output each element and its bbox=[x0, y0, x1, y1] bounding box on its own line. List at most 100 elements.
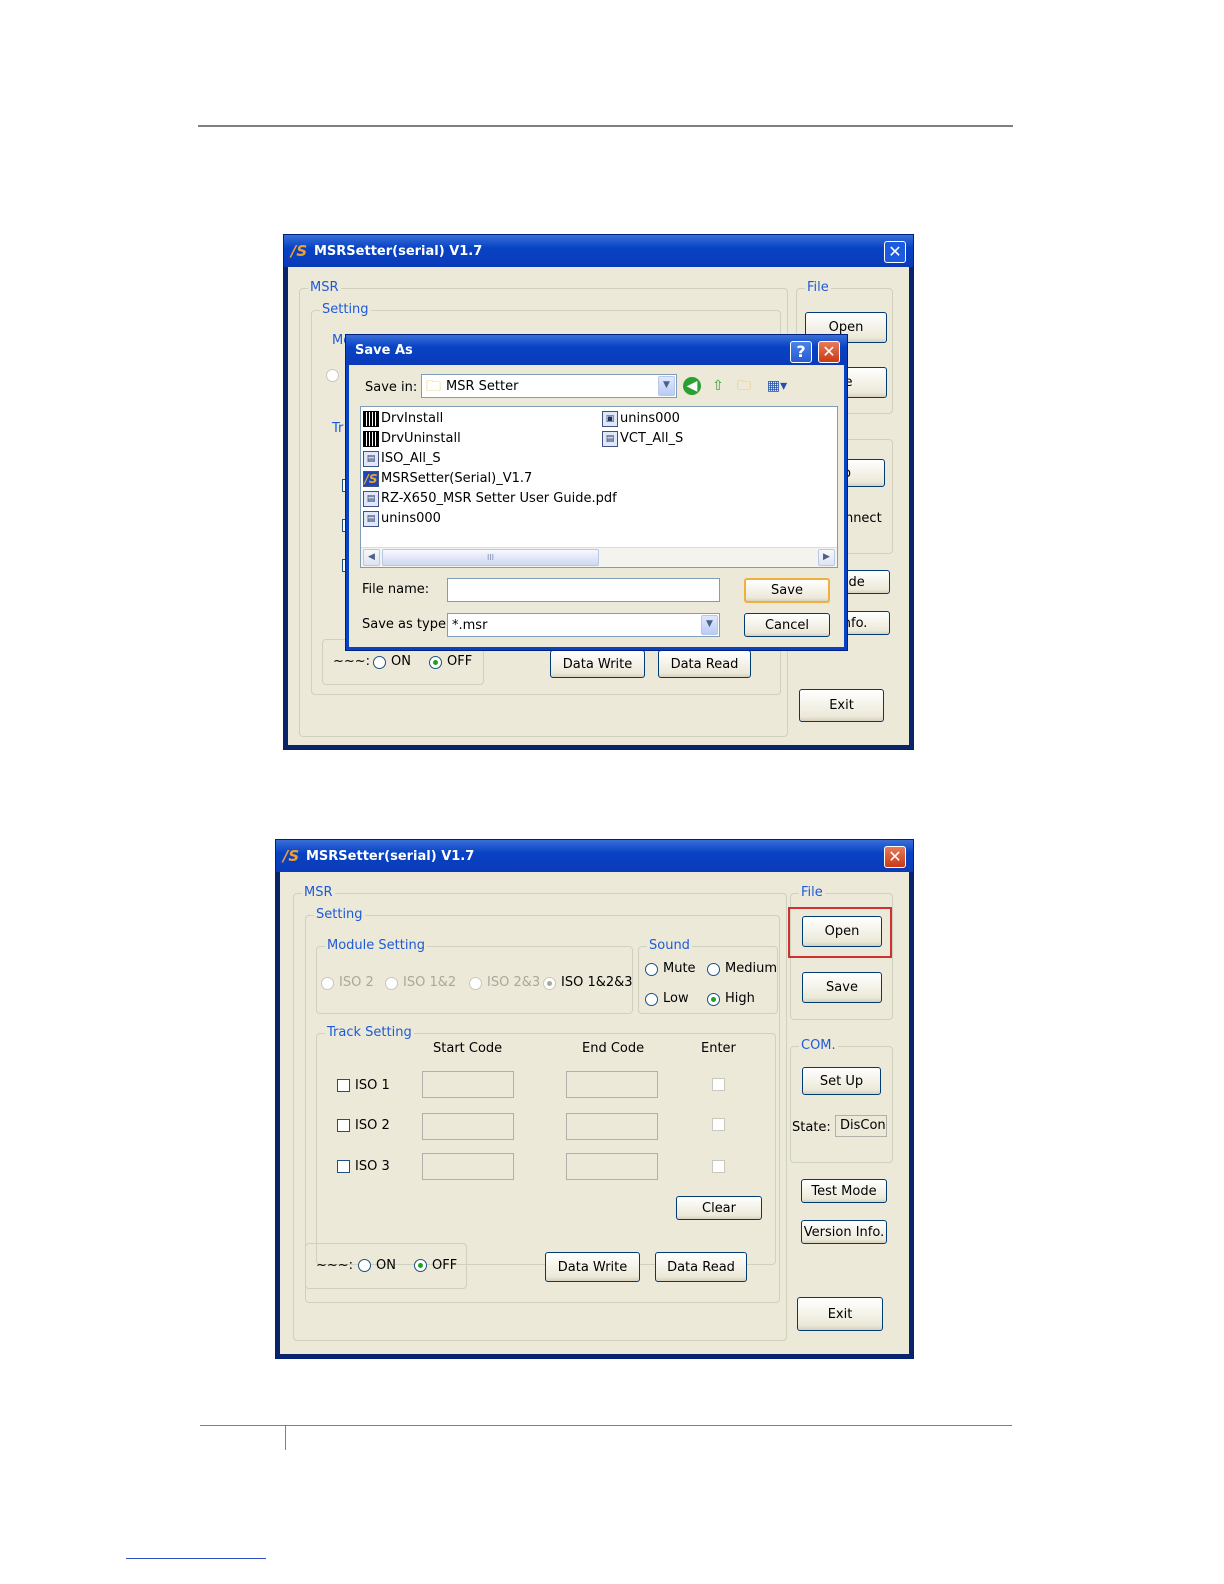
exit-button[interactable]: Exit bbox=[797, 1297, 883, 1331]
sound-low-radio[interactable] bbox=[645, 993, 658, 1006]
iso1-checkbox[interactable] bbox=[337, 1079, 350, 1092]
iso1-end-code-input[interactable] bbox=[566, 1071, 658, 1098]
sound-medium-radio[interactable] bbox=[707, 963, 720, 976]
iso2-end-code-input[interactable] bbox=[566, 1113, 658, 1140]
iso2-enter-checkbox[interactable] bbox=[712, 1118, 725, 1131]
enter-header: Enter bbox=[701, 1041, 736, 1056]
chevron-down-icon[interactable]: ▼ bbox=[701, 615, 718, 635]
module-iso123-label: ISO 1&2&3 bbox=[561, 975, 633, 990]
iso3-enter-checkbox[interactable] bbox=[712, 1160, 725, 1173]
list-item[interactable]: ▤ RZ-X650_MSR Setter User Guide.pdf bbox=[363, 490, 617, 508]
list-item[interactable]: /S MSRSetter(Serial)_V1.7 bbox=[363, 470, 532, 488]
module-radio-partial bbox=[326, 369, 339, 382]
iso3-end-code-input[interactable] bbox=[566, 1153, 658, 1180]
data-read-button[interactable]: Data Read bbox=[655, 1252, 747, 1282]
buzzer-off-radio[interactable] bbox=[414, 1259, 427, 1272]
iso1-start-code-input[interactable] bbox=[422, 1071, 514, 1098]
exit-button[interactable]: Exit bbox=[799, 689, 884, 722]
sound-mute-radio[interactable] bbox=[645, 963, 658, 976]
file-group-label: File bbox=[799, 885, 825, 901]
buzzer-on-radio[interactable] bbox=[373, 656, 386, 669]
end-code-header: End Code bbox=[582, 1041, 645, 1056]
save-in-combo[interactable]: 🗀 MSR Setter ▼ bbox=[421, 374, 677, 398]
state-value: DisCon bbox=[840, 1118, 886, 1133]
data-write-button[interactable]: Data Write bbox=[545, 1252, 640, 1282]
footnote-link-underline bbox=[126, 1558, 266, 1559]
module-iso23-radio[interactable] bbox=[469, 977, 482, 990]
window-client: MSR Setting Module Setting ISO 2 ISO 1&2… bbox=[280, 872, 909, 1354]
module-setting-label: Module Setting bbox=[325, 938, 427, 954]
msr-group: MSR Setting Module Setting ISO 2 ISO 1&2… bbox=[293, 885, 787, 1341]
highlight-box bbox=[788, 907, 892, 958]
msr-group-label: MSR bbox=[308, 280, 341, 296]
dialog-close-icon[interactable]: ✕ bbox=[818, 341, 840, 363]
module-iso12-label: ISO 1&2 bbox=[403, 975, 457, 990]
track-setting-label-partial: Tr bbox=[332, 421, 344, 436]
dialog-cancel-button[interactable]: Cancel bbox=[744, 613, 830, 637]
buzzer-on-radio[interactable] bbox=[358, 1259, 371, 1272]
sound-low-label: Low bbox=[663, 991, 689, 1006]
save-button[interactable]: Save bbox=[802, 972, 882, 1003]
buzzer-label: ~~~: bbox=[316, 1258, 354, 1273]
view-menu-icon[interactable]: ▦▾ bbox=[763, 377, 791, 395]
sound-high-label: High bbox=[725, 991, 755, 1006]
chevron-down-icon[interactable]: ▼ bbox=[658, 376, 675, 396]
sound-mute-label: Mute bbox=[663, 961, 696, 976]
list-item[interactable]: ▤ VCT_All_S bbox=[602, 430, 683, 448]
list-item[interactable]: ▤ ISO_All_S bbox=[363, 450, 441, 468]
data-read-button[interactable]: Data Read bbox=[658, 650, 751, 678]
close-icon[interactable]: ✕ bbox=[884, 241, 906, 263]
window-titlebar: /S MSRSetter(serial) V1.7 bbox=[276, 840, 913, 872]
barcode-file-icon bbox=[363, 411, 379, 427]
scroll-left-icon[interactable]: ◀ bbox=[363, 549, 380, 566]
iso1-enter-checkbox[interactable] bbox=[712, 1078, 725, 1091]
help-icon[interactable]: ? bbox=[790, 341, 812, 363]
iso2-checkbox[interactable] bbox=[337, 1119, 350, 1132]
save-type-select[interactable]: *.msr ▼ bbox=[447, 613, 720, 637]
list-item[interactable]: DrvUninstall bbox=[363, 430, 461, 448]
iso2-start-code-input[interactable] bbox=[422, 1113, 514, 1140]
data-write-button[interactable]: Data Write bbox=[550, 650, 645, 678]
iso3-checkbox[interactable] bbox=[337, 1160, 350, 1173]
close-icon[interactable]: ✕ bbox=[884, 846, 906, 868]
footer-rule bbox=[200, 1425, 1012, 1426]
back-icon[interactable]: ◀ bbox=[683, 377, 701, 395]
window-title: MSRSetter(serial) V1.7 bbox=[314, 243, 483, 259]
window-title: MSRSetter(serial) V1.7 bbox=[306, 848, 475, 864]
track-setting-label: Track Setting bbox=[325, 1025, 414, 1041]
clear-button[interactable]: Clear bbox=[676, 1196, 762, 1220]
iso1-label: ISO 1 bbox=[355, 1078, 390, 1093]
barcode-file-icon bbox=[363, 431, 379, 447]
list-item[interactable]: ▤ unins000 bbox=[363, 510, 441, 528]
module-iso123-radio[interactable] bbox=[543, 977, 556, 990]
dialog-save-button[interactable]: Save bbox=[744, 578, 830, 603]
window-msrsetter-main: /S MSRSetter(serial) V1.7 ✕ MSR Setting … bbox=[275, 839, 914, 1359]
scroll-right-icon[interactable]: ▶ bbox=[818, 549, 835, 566]
msr-app-icon: /S bbox=[282, 847, 300, 865]
list-item[interactable]: DrvInstall bbox=[363, 410, 443, 428]
dialog-client: Save in: 🗀 MSR Setter ▼ ◀ ⇧ 🗀 ▦▾ DrvInst… bbox=[349, 365, 844, 647]
footer-divider bbox=[285, 1426, 286, 1450]
module-iso2-radio[interactable] bbox=[321, 977, 334, 990]
setup-button[interactable]: Set Up bbox=[802, 1067, 881, 1095]
iso3-start-code-input[interactable] bbox=[422, 1153, 514, 1180]
version-info-button[interactable]: Version Info. bbox=[801, 1220, 887, 1244]
document-icon: ▤ bbox=[363, 511, 379, 527]
sound-high-radio[interactable] bbox=[707, 993, 720, 1006]
save-in-value: MSR Setter bbox=[446, 379, 519, 394]
up-folder-icon[interactable]: ⇧ bbox=[709, 377, 727, 395]
file-name-input[interactable] bbox=[447, 578, 720, 602]
module-iso12-radio[interactable] bbox=[385, 977, 398, 990]
horizontal-scrollbar[interactable]: ◀ III ▶ bbox=[361, 547, 837, 567]
test-mode-button[interactable]: Test Mode bbox=[801, 1179, 887, 1203]
iso3-label: ISO 3 bbox=[355, 1159, 390, 1174]
scrollbar-thumb[interactable]: III bbox=[382, 549, 599, 566]
msr-app-icon: /S bbox=[363, 471, 379, 487]
com-group-label: COM. bbox=[799, 1038, 838, 1054]
new-folder-icon[interactable]: 🗀 bbox=[735, 377, 753, 395]
msr-app-icon: /S bbox=[290, 242, 308, 260]
sound-medium-label: Medium bbox=[725, 961, 777, 976]
sound-label: Sound bbox=[647, 938, 692, 954]
list-item[interactable]: ▣ unins000 bbox=[602, 410, 680, 428]
buzzer-off-radio[interactable] bbox=[429, 656, 442, 669]
